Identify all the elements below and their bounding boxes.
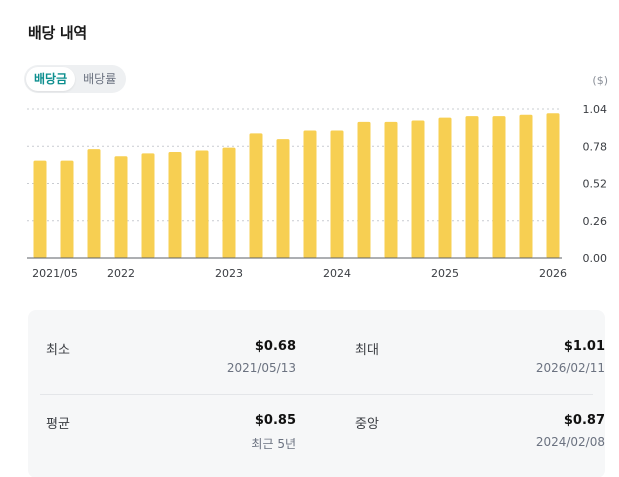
x-tick-label: 2025 (431, 267, 459, 280)
stat-max-label: 최대 (355, 343, 379, 358)
bar (33, 160, 47, 258)
bar (276, 139, 290, 258)
bar (330, 130, 344, 258)
bar (141, 153, 155, 258)
bar (168, 151, 182, 258)
bar (384, 121, 398, 258)
tab-dividend-amount[interactable]: 배당금 (26, 67, 76, 91)
stat-average-period: 최근 5년 (251, 437, 296, 451)
y-tick-label: 0.00 (583, 252, 608, 265)
x-tick-label: 2023 (215, 267, 243, 280)
bar (492, 116, 506, 259)
stat-min-date: 2021/05/13 (226, 361, 296, 375)
y-tick-label: 0.26 (583, 215, 608, 228)
stat-min-value: $0.68 (254, 339, 296, 354)
x-tick-label: 2026 (539, 267, 567, 280)
dividend-stats-panel: 최소 $0.68 2021/05/13 최대 $1.01 2026/02/11 … (28, 310, 605, 477)
x-tick-label: 2022 (107, 267, 135, 280)
y-axis-unit-label: ($) (592, 74, 608, 87)
bar (114, 156, 128, 258)
dividend-view-toggle: 배당금 배당률 (24, 65, 127, 93)
bar (519, 114, 533, 258)
stat-min-label: 최소 (46, 343, 70, 358)
y-tick-label: 0.78 (583, 140, 608, 153)
stat-median-value: $0.87 (563, 413, 605, 428)
stat-max: 최대 $1.01 2026/02/11 (355, 339, 605, 399)
stat-median-date: 2024/02/08 (535, 435, 605, 449)
bar (357, 121, 371, 258)
stat-average-value: $0.85 (254, 413, 296, 428)
stat-median: 중앙 $0.87 2024/02/08 (355, 413, 605, 473)
dividend-bar-chart: 1.04 0.78 0.52 0.26 0.00 2021/05 2022 2023 2024 2… (27, 103, 608, 280)
bar (222, 147, 236, 258)
bar (60, 160, 74, 258)
stats-divider (40, 394, 593, 395)
x-tick-label: 2024 (323, 267, 351, 280)
stat-average: 평균 $0.85 최근 5년 (46, 413, 296, 473)
y-tick-label: 1.04 (583, 103, 608, 116)
stat-min: 최소 $0.68 2021/05/13 (46, 339, 296, 399)
stat-max-date: 2026/02/11 (535, 361, 605, 375)
bar (465, 116, 479, 259)
stat-median-label: 중앙 (355, 417, 379, 432)
tab-dividend-yield[interactable]: 배당률 (75, 67, 124, 91)
x-tick-label: 2021/05 (32, 267, 78, 280)
bar (195, 150, 209, 258)
bar (411, 120, 425, 258)
section-title: 배당 내역 (28, 24, 87, 42)
bar (249, 133, 263, 258)
stat-max-value: $1.01 (563, 339, 605, 354)
bar (546, 113, 560, 258)
y-tick-label: 0.52 (583, 178, 608, 191)
bar (303, 130, 317, 258)
stat-average-label: 평균 (46, 417, 70, 432)
bar (438, 117, 452, 258)
bar (87, 149, 101, 258)
